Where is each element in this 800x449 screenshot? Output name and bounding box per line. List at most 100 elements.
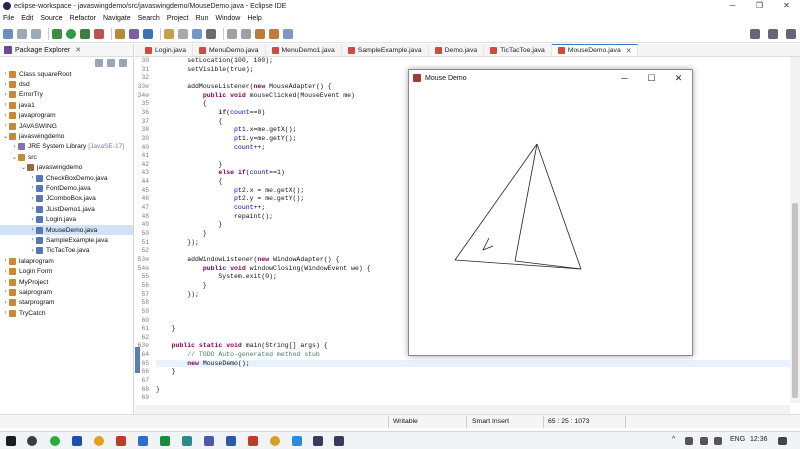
code-line[interactable]: }); — [156, 239, 199, 246]
expand-arrow-icon[interactable]: ⌄ — [11, 154, 18, 161]
code-line[interactable]: addMouseListener(new MouseAdapter() { — [156, 83, 331, 90]
teams-icon[interactable] — [204, 436, 214, 446]
code-line[interactable]: public static void main(String[] args) { — [156, 342, 328, 349]
tree-item[interactable]: › Login.java — [0, 214, 133, 224]
mouse-demo-titlebar[interactable]: Mouse Demo ─ ☐ ✕ — [409, 70, 692, 86]
tree-item[interactable]: › Login Form — [0, 266, 133, 276]
debug-icon[interactable] — [52, 28, 62, 39]
tree-item[interactable]: › JAVASWING — [0, 121, 133, 131]
editor-tab[interactable]: MouseDemo.java ✕ — [551, 44, 639, 56]
java-perspective-icon[interactable] — [786, 29, 796, 39]
files-icon[interactable] — [138, 436, 148, 446]
code-line[interactable]: else if(count==1) — [156, 169, 284, 176]
new-package-icon[interactable] — [129, 28, 139, 39]
tree-item[interactable]: ⌄ javaswingdemo — [0, 131, 133, 141]
vertical-scrollbar[interactable] — [790, 57, 800, 403]
expand-arrow-icon[interactable]: › — [2, 300, 9, 306]
mouse-demo-window[interactable]: Mouse Demo ─ ☐ ✕ — [408, 69, 693, 356]
collapse-all-icon[interactable] — [95, 59, 103, 67]
package-explorer-tab[interactable]: Package Explorer ✕ — [0, 44, 133, 57]
save-icon[interactable] — [17, 28, 27, 39]
open-type-icon[interactable] — [164, 28, 174, 39]
expand-arrow-icon[interactable]: › — [29, 237, 36, 243]
expand-arrow-icon[interactable]: › — [2, 102, 9, 108]
code-line[interactable]: System.exit(0); — [156, 273, 277, 280]
expand-arrow-icon[interactable]: › — [2, 258, 9, 264]
tree-item[interactable]: › JRE System Library [JavaSE-17] — [0, 142, 133, 152]
chrome-icon[interactable] — [94, 436, 104, 446]
expand-arrow-icon[interactable]: › — [29, 196, 36, 202]
tree-item[interactable]: › JListDemo1.java — [0, 204, 133, 214]
wifi-icon[interactable] — [714, 437, 722, 445]
expand-arrow-icon[interactable]: › — [2, 113, 9, 119]
tree-item[interactable]: › ErrorTry — [0, 90, 133, 100]
code-line[interactable]: if(count==0) — [156, 109, 265, 116]
menu-project[interactable]: Project — [167, 15, 189, 22]
battery-icon[interactable] — [700, 437, 708, 445]
expand-arrow-icon[interactable]: › — [29, 227, 36, 233]
app-icon[interactable] — [292, 436, 302, 446]
code-line[interactable]: } — [156, 221, 222, 228]
expand-arrow-icon[interactable]: › — [29, 248, 36, 254]
code-line[interactable]: addWindowListener(new WindowAdapter() { — [156, 256, 339, 263]
menu-navigate[interactable]: Navigate — [103, 15, 131, 22]
expand-arrow-icon[interactable]: › — [29, 185, 36, 191]
expand-arrow-icon[interactable]: › — [2, 82, 9, 88]
code-line[interactable]: count++; — [156, 204, 265, 211]
code-line[interactable]: { — [156, 100, 207, 107]
minimize-button[interactable]: ─ — [611, 70, 638, 86]
code-line[interactable]: } — [156, 368, 176, 375]
menu-source[interactable]: Source — [40, 15, 62, 22]
cloud-icon[interactable] — [685, 437, 693, 445]
code-line[interactable]: public void windowClosing(WindowEvent we… — [156, 265, 371, 272]
menu-run[interactable]: Run — [196, 15, 209, 22]
code-line[interactable]: } — [156, 386, 160, 393]
code-line[interactable]: // TODO Auto-generated method stub — [156, 351, 320, 358]
tree-item[interactable]: › TryCatch — [0, 308, 133, 318]
tree-item[interactable]: ⌄ javaswingdemo — [0, 163, 133, 173]
code-line[interactable]: pt1.y=me.getY(); — [156, 135, 296, 142]
store-icon[interactable] — [72, 436, 82, 446]
eclipse-taskbar-icon[interactable] — [313, 436, 323, 446]
search-icon[interactable] — [27, 436, 37, 446]
code-line[interactable]: { — [156, 118, 222, 125]
horizontal-scrollbar[interactable] — [135, 405, 790, 414]
tree-item[interactable]: › lalaprogram — [0, 256, 133, 266]
code-line[interactable]: } — [156, 230, 207, 237]
menu-file[interactable]: File — [3, 15, 14, 22]
expand-arrow-icon[interactable]: › — [11, 144, 18, 150]
new-java-project-icon[interactable] — [115, 28, 125, 39]
editor-tab[interactable]: TicTacToe.java — [484, 44, 552, 56]
code-line[interactable]: } — [156, 282, 207, 289]
powerpoint-icon[interactable] — [248, 436, 258, 446]
tree-item[interactable]: › MyProject — [0, 277, 133, 287]
tree-item[interactable]: › JComboBox.java — [0, 194, 133, 204]
pin-editor-icon[interactable] — [283, 28, 293, 39]
expand-arrow-icon[interactable]: ⌄ — [2, 133, 9, 140]
tree-item[interactable]: › CheckBoxDemo.java — [0, 173, 133, 183]
show-whitespace-icon[interactable] — [206, 28, 216, 39]
link-with-editor-icon[interactable] — [107, 59, 115, 67]
next-annotation-icon[interactable] — [227, 28, 237, 39]
previous-annotation-icon[interactable] — [241, 28, 251, 39]
open-perspective-icon[interactable] — [768, 29, 778, 39]
tree-item[interactable]: › saiprogram — [0, 287, 133, 297]
expand-arrow-icon[interactable]: › — [29, 217, 36, 223]
tree-item[interactable]: › FontDemo.java — [0, 183, 133, 193]
maximize-button[interactable]: ☐ — [638, 70, 665, 86]
new-icon[interactable] — [3, 28, 13, 39]
edge-icon[interactable] — [182, 436, 192, 446]
forward-icon[interactable] — [269, 28, 279, 39]
tree-item[interactable]: › starprogram — [0, 298, 133, 308]
code-line[interactable]: public void mouseClicked(MouseEvent me) — [156, 92, 355, 99]
java-app-taskbar-icon[interactable] — [334, 436, 344, 446]
expand-arrow-icon[interactable]: › — [29, 206, 36, 212]
expand-arrow-icon[interactable]: › — [2, 289, 9, 295]
save-all-icon[interactable] — [31, 28, 41, 39]
code-line[interactable]: }); — [156, 291, 199, 298]
editor-tab[interactable]: SampleExample.java — [342, 44, 429, 56]
tree-item[interactable]: › dsd — [0, 79, 133, 89]
restore-button[interactable]: ❐ — [746, 0, 773, 12]
coverage-icon[interactable] — [80, 28, 90, 39]
search-icon[interactable] — [750, 29, 760, 39]
